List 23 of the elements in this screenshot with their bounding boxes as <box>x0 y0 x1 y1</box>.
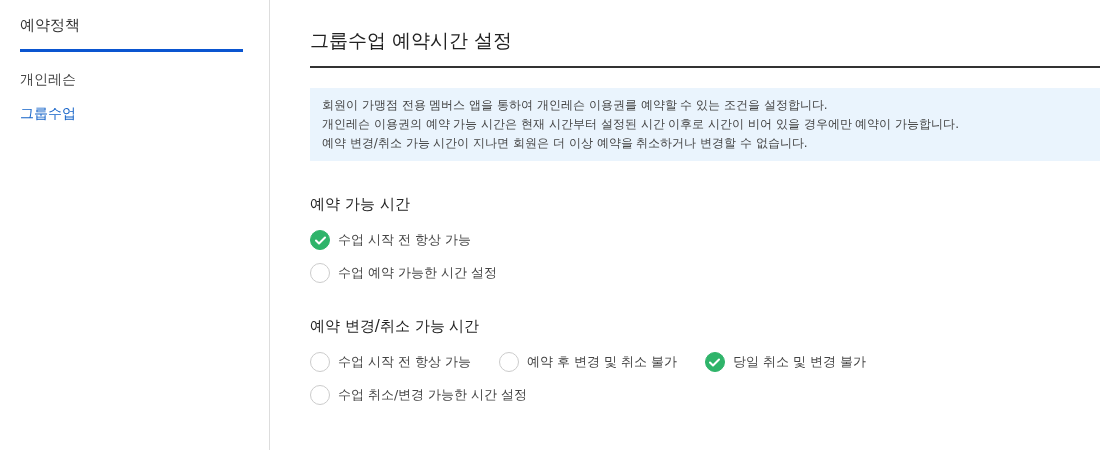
option-label: 수업 시작 전 항상 가능 <box>338 231 471 249</box>
check-icon <box>314 235 326 245</box>
sidebar-item[interactable]: 개인레슨 <box>20 71 243 89</box>
notice-text: 회원이 가맹점 전용 멤버스 앱을 통하여 개인레슨 이용권를 예약할 수 있는 조건을 설정합니다. <box>322 98 829 113</box>
check-icon <box>709 357 721 367</box>
sidebar-title: 예약정책 <box>20 16 243 52</box>
radio-button[interactable] <box>310 385 330 405</box>
sidebar-item[interactable]: 그룹수업 <box>20 105 243 123</box>
page-title: 그룹수업 예약시간 설정 <box>310 28 1100 68</box>
radio-button[interactable] <box>310 352 330 372</box>
option-label: 수업 취소/변경 가능한 시간 설정 <box>338 386 528 404</box>
option-label: 당일 취소 및 변경 불가 <box>732 353 866 371</box>
notice-text: 예약 변경/취소 가능 시간이 지나면 회원은 더 이상 예약을 취소하거나 변경할 수 없습니다. <box>322 136 809 151</box>
section-heading: 예약 변경/취소 가능 시간 <box>310 317 481 336</box>
radio-button[interactable] <box>704 352 725 372</box>
radio-button[interactable] <box>310 230 330 250</box>
radio-button[interactable] <box>310 263 330 283</box>
notice-text: 개인레슨 이용권의 예약 가능 시간은 현재 시간부터 설정된 시간 이후로 시간이 비어 있을 경우에만 예약이 가능합니다. <box>322 117 961 132</box>
option-label: 수업 시작 전 항상 가능 <box>338 353 471 371</box>
radio-button[interactable] <box>498 352 519 372</box>
option-label: 예약 후 변경 및 취소 불가 <box>526 353 677 371</box>
option-label: 수업 예약 가능한 시간 설정 <box>338 264 497 282</box>
section-heading: 예약 가능 시간 <box>310 195 411 214</box>
